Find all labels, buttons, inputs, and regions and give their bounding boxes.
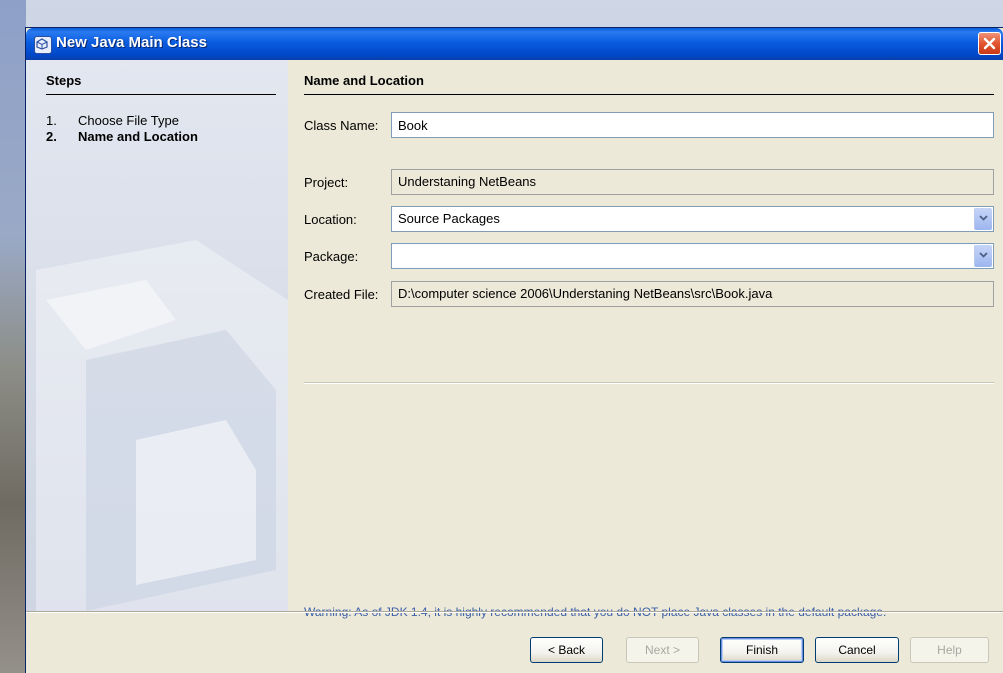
location-combobox[interactable]: Source Packages: [391, 206, 994, 232]
back-button[interactable]: < Back: [530, 637, 603, 663]
steps-heading: Steps: [46, 73, 82, 88]
finish-button[interactable]: Finish: [720, 637, 804, 663]
step-number: 1.: [46, 113, 57, 128]
close-icon: [983, 37, 996, 50]
title-bar[interactable]: New Java Main Class: [26, 28, 1003, 60]
step-label: Choose File Type: [78, 113, 179, 128]
project-field: Understaning NetBeans: [391, 169, 994, 195]
help-button[interactable]: Help: [910, 637, 989, 663]
panel-title-divider: [304, 94, 994, 95]
class-name-label: Class Name:: [304, 118, 379, 133]
class-name-input[interactable]: [391, 112, 994, 138]
created-file-field: D:\computer science 2006\Understaning Ne…: [391, 281, 994, 307]
package-combobox[interactable]: [391, 243, 994, 269]
window-title: New Java Main Class: [56, 34, 207, 51]
location-label: Location:: [304, 212, 357, 227]
location-dropdown-button[interactable]: [974, 208, 992, 230]
created-file-label: Created File:: [304, 287, 379, 302]
content-divider: [304, 382, 994, 384]
package-label: Package:: [304, 249, 359, 264]
desktop-background: [0, 0, 26, 673]
steps-divider: [46, 94, 276, 95]
next-button[interactable]: Next >: [626, 637, 699, 663]
content-panel: Name and Location Class Name: Project: U…: [288, 60, 1003, 619]
netbeans-app-icon: [34, 36, 52, 54]
step-name-and-location: 2. Name and Location: [46, 129, 198, 144]
step-label: Name and Location: [78, 129, 198, 144]
step-choose-file-type: 1. Choose File Type: [46, 113, 179, 128]
new-java-main-class-dialog: New Java Main Class Steps 1. Choose File …: [26, 28, 1003, 673]
button-bar-divider: [26, 611, 1003, 613]
steps-panel: Steps 1. Choose File Type 2. Name and Loca…: [26, 60, 288, 611]
chevron-down-icon: [979, 252, 988, 258]
cancel-button[interactable]: Cancel: [815, 637, 899, 663]
netbeans-cube-watermark-icon: [36, 240, 288, 611]
chevron-down-icon: [979, 215, 988, 221]
project-label: Project:: [304, 175, 349, 190]
location-selected-value: Source Packages: [398, 211, 500, 226]
close-button[interactable]: [978, 32, 1001, 55]
panel-title: Name and Location: [304, 73, 424, 88]
step-number: 2.: [46, 129, 57, 144]
package-dropdown-button[interactable]: [974, 245, 992, 267]
